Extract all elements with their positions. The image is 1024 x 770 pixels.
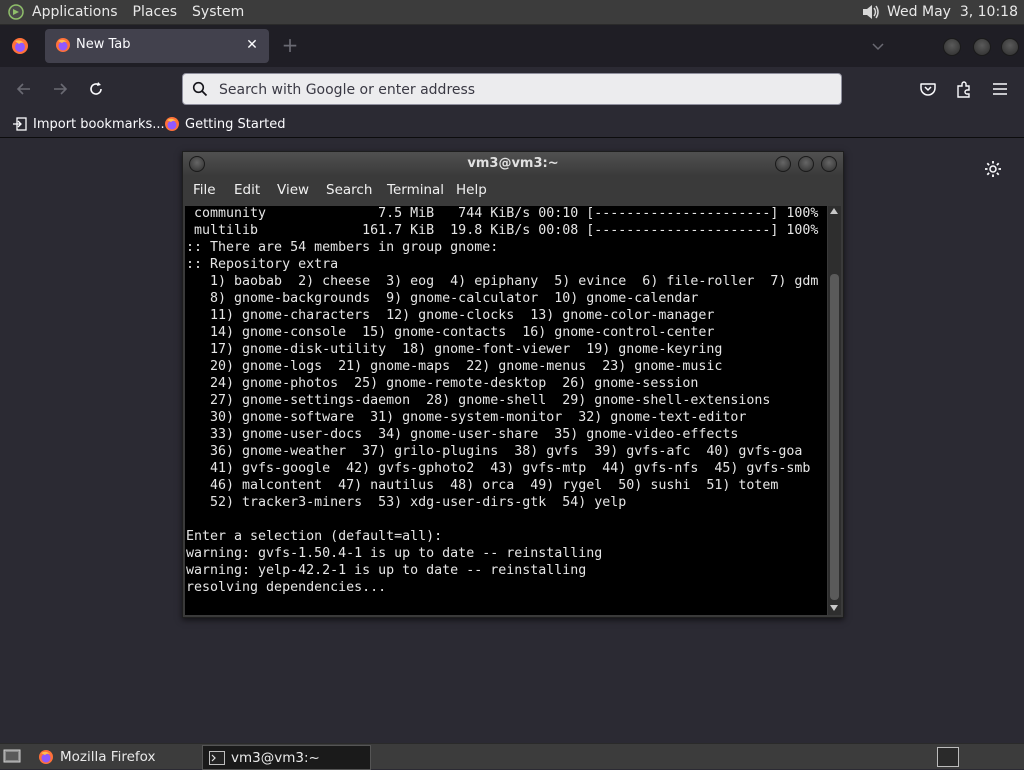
taskbar-item-label: Mozilla Firefox	[60, 748, 156, 765]
firefox-view-icon[interactable]	[11, 37, 29, 55]
extensions-icon[interactable]	[954, 79, 974, 99]
minimize-button[interactable]	[943, 38, 961, 56]
bottom-panel: Mozilla Firefox vm3@vm3:~	[0, 743, 1024, 770]
top-panel: Applications Places System Wed May 3, 10…	[0, 0, 1024, 25]
terminal-icon	[209, 750, 225, 765]
tab-title: New Tab	[76, 37, 131, 52]
firefox-icon	[39, 749, 53, 764]
firefox-icon	[165, 117, 179, 131]
taskbar-item-firefox[interactable]: Mozilla Firefox	[32, 745, 162, 768]
terminal-scrollbar[interactable]	[828, 206, 841, 615]
bookmarks-toolbar: Import bookmarks... Getting Started	[0, 111, 1024, 138]
close-window-button[interactable]	[821, 156, 837, 172]
bookmark-label: Import bookmarks...	[33, 116, 165, 132]
tab-strip: New Tab ✕ +	[0, 25, 1024, 67]
new-tab-button[interactable]: +	[280, 35, 300, 55]
navigation-bar	[0, 67, 1024, 111]
scroll-up-arrow-icon[interactable]	[830, 208, 838, 214]
places-menu[interactable]: Places	[133, 4, 178, 20]
menu-file[interactable]: File	[193, 182, 216, 198]
menu-edit[interactable]: Edit	[234, 182, 260, 198]
terminal-menubar: File Edit View Search Terminal Help	[183, 176, 843, 204]
taskbar-item-label: vm3@vm3:~	[231, 749, 320, 766]
maximize-button[interactable]	[798, 156, 814, 172]
pocket-icon[interactable]	[918, 79, 938, 99]
menu-help[interactable]: Help	[456, 182, 487, 198]
close-window-button[interactable]	[1001, 38, 1019, 56]
terminal-screen[interactable]: community 7.5 MiB 744 KiB/s 00:10 [-----…	[185, 206, 827, 615]
terminal-titlebar[interactable]: vm3@vm3:~	[183, 152, 843, 176]
scrollbar-thumb[interactable]	[830, 274, 839, 600]
menu-search[interactable]: Search	[326, 182, 372, 198]
menu-view[interactable]: View	[277, 182, 309, 198]
tab-new-tab[interactable]: New Tab ✕	[45, 29, 269, 63]
applications-menu[interactable]: Applications	[32, 4, 118, 20]
menu-terminal[interactable]: Terminal	[387, 182, 444, 198]
distro-logo-icon[interactable]	[8, 4, 24, 20]
maximize-button[interactable]	[973, 38, 991, 56]
bookmark-getting-started[interactable]: Getting Started	[164, 114, 286, 134]
menu-hamburger-icon[interactable]	[990, 79, 1010, 99]
bookmark-import[interactable]: Import bookmarks...	[12, 114, 165, 134]
address-bar[interactable]	[182, 73, 842, 105]
workspace-switcher[interactable]	[937, 747, 959, 767]
show-desktop-icon[interactable]	[3, 748, 21, 764]
system-menu[interactable]: System	[192, 4, 244, 20]
terminal-window[interactable]: vm3@vm3:~ File Edit View Search Terminal…	[182, 151, 844, 618]
forward-arrow-icon[interactable]	[50, 79, 70, 99]
close-tab-icon[interactable]: ✕	[243, 36, 261, 54]
reload-icon[interactable]	[86, 79, 106, 99]
scroll-down-arrow-icon[interactable]	[830, 605, 838, 611]
bookmark-label: Getting Started	[185, 116, 286, 132]
import-icon	[13, 117, 27, 131]
terminal-output: community 7.5 MiB 744 KiB/s 00:10 [-----…	[186, 206, 819, 595]
terminal-title: vm3@vm3:~	[467, 156, 559, 171]
chevron-down-icon[interactable]	[869, 37, 887, 55]
taskbar-item-terminal[interactable]: vm3@vm3:~	[202, 745, 371, 770]
volume-icon[interactable]	[861, 3, 881, 21]
back-arrow-icon[interactable]	[14, 79, 34, 99]
clock[interactable]: Wed May 3, 10:18	[887, 4, 1018, 20]
gear-icon[interactable]	[983, 159, 1003, 179]
address-input[interactable]	[217, 78, 821, 102]
firefox-icon	[56, 38, 70, 52]
search-icon	[192, 81, 208, 97]
minimize-button[interactable]	[775, 156, 791, 172]
